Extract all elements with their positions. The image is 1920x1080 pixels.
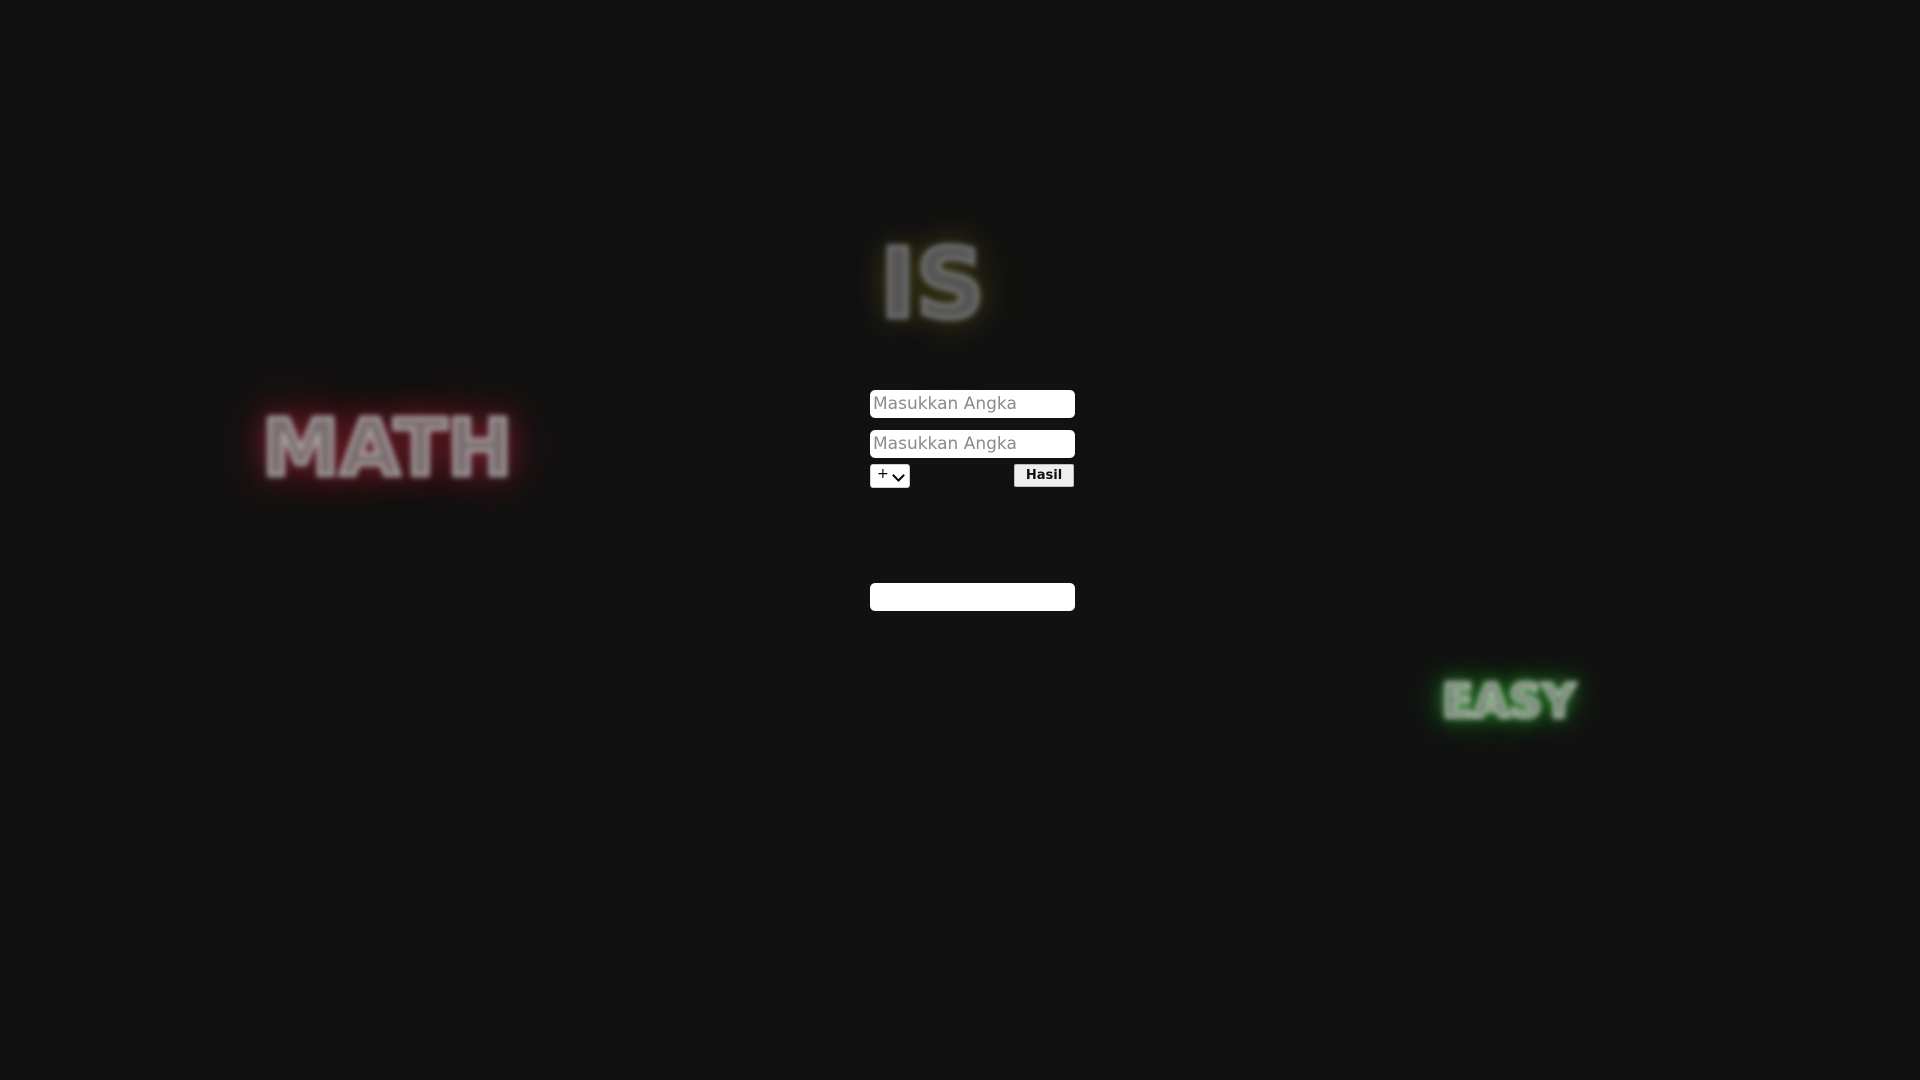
operator-select[interactable]: + — [870, 464, 910, 488]
neon-word-math: MATH — [260, 404, 514, 494]
second-number-input[interactable] — [870, 430, 1075, 458]
calculator-controls: + Hasil — [870, 464, 1075, 490]
calculator-form: + Hasil — [870, 390, 1075, 611]
page-background: IS MATH EASY + Hasil — [0, 0, 1920, 1080]
hasil-button[interactable]: Hasil — [1014, 464, 1074, 487]
neon-word-easy: EASY — [1440, 674, 1576, 728]
neon-word-is: IS — [878, 228, 987, 340]
first-number-input[interactable] — [870, 390, 1075, 418]
chevron-down-icon — [892, 469, 905, 482]
result-field — [870, 583, 1075, 611]
operator-selected-value: + — [877, 466, 889, 482]
